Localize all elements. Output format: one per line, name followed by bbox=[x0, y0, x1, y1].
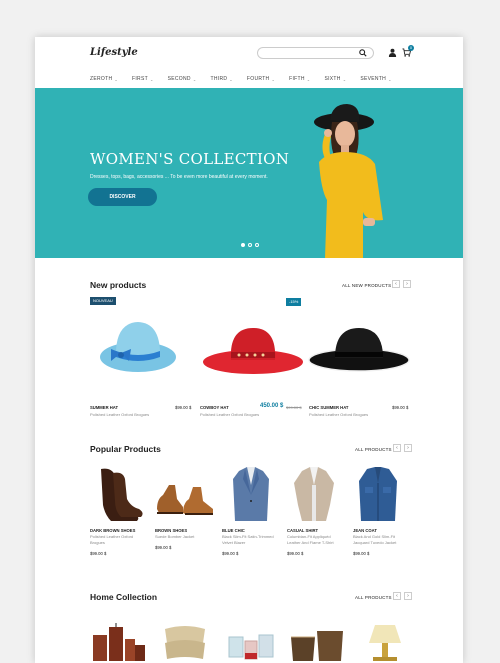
nav-item-zeroth[interactable]: ZEROTH ⌄ bbox=[90, 74, 118, 84]
product-image-brown-shoes[interactable] bbox=[155, 477, 215, 517]
next-arrow-button[interactable]: › bbox=[404, 592, 412, 600]
product-image-blue-chic[interactable] bbox=[231, 465, 271, 523]
product-price: $99.00 $ bbox=[353, 551, 370, 556]
product-image-summer-hat[interactable] bbox=[97, 317, 179, 377]
chevron-down-icon: ⌄ bbox=[306, 76, 311, 82]
prev-arrow-button[interactable]: ‹ bbox=[392, 280, 400, 288]
product-description: Black And Gold Slim-Fit Jacquard Tuxedo … bbox=[353, 534, 397, 545]
nav-label: SEVENTH bbox=[360, 76, 387, 82]
product-image-dark-brown-shoes[interactable] bbox=[93, 465, 145, 523]
product-old-price: $99.00 $ bbox=[286, 405, 302, 410]
product-image-jean-coat[interactable] bbox=[357, 465, 399, 523]
product-name[interactable]: CHIC SUMMER HAT bbox=[309, 405, 348, 410]
product-image-glass-candles[interactable] bbox=[227, 629, 275, 663]
nav-item-sixth[interactable]: SIXTH ⌄ bbox=[324, 74, 346, 84]
chevron-down-icon: ⌄ bbox=[271, 76, 276, 82]
hero-subtitle: Dresses, tops, bags, accessories ... To … bbox=[90, 174, 268, 180]
product-name[interactable]: JEAN COAT bbox=[353, 528, 377, 533]
product-price: $99.00 $ bbox=[155, 545, 172, 550]
nav-label: FOURTH bbox=[246, 76, 270, 82]
product-image-casual-shirt[interactable] bbox=[292, 465, 336, 523]
new-badge: NOUVEAU bbox=[90, 297, 116, 305]
next-arrow-button[interactable]: › bbox=[403, 280, 411, 288]
user-icon[interactable] bbox=[388, 48, 397, 57]
site-logo[interactable]: Lifestyle bbox=[90, 47, 138, 58]
search-icon[interactable] bbox=[359, 49, 367, 57]
product-price: $99.00 $ bbox=[392, 405, 409, 410]
prev-arrow-button[interactable]: ‹ bbox=[393, 592, 401, 600]
product-image-candles[interactable] bbox=[91, 621, 147, 663]
nav-label: FIFTH bbox=[289, 76, 305, 82]
nav-item-fifth[interactable]: FIFTH ⌄ bbox=[289, 74, 310, 84]
nav-label: SECOND bbox=[167, 76, 191, 82]
product-description: Columbian-Fit Appliquéd Leather And Flam… bbox=[287, 534, 334, 545]
nav-label: ZEROTH bbox=[90, 76, 113, 82]
hero-title: WOMEN'S COLLECTION bbox=[90, 150, 290, 168]
nav-label: SIXTH bbox=[324, 76, 341, 82]
section-title-home-collection: Home Collection bbox=[90, 592, 158, 602]
hero-banner: WOMEN'S COLLECTION Dresses, tops, bags, … bbox=[35, 88, 463, 258]
product-price: $99.00 $ bbox=[175, 405, 192, 410]
chevron-down-icon: ⌄ bbox=[192, 76, 197, 82]
nav-item-second[interactable]: SECOND ⌄ bbox=[168, 74, 197, 84]
product-price: $99.00 $ bbox=[90, 551, 107, 556]
product-image-lamp[interactable] bbox=[363, 621, 407, 663]
product-name[interactable]: BLUE CHIC bbox=[222, 528, 245, 533]
next-arrow-button[interactable]: › bbox=[404, 444, 412, 452]
discover-button[interactable]: DISCOVER bbox=[88, 188, 157, 206]
product-description: Polished Leather Oxford Brogues bbox=[200, 412, 260, 417]
all-products-link[interactable]: ALL PRODUCTS bbox=[355, 447, 392, 452]
product-image-chic-summer-hat[interactable] bbox=[307, 322, 411, 377]
section-title-popular-products: Popular Products bbox=[90, 444, 161, 454]
product-image-pillows[interactable] bbox=[161, 621, 209, 663]
nav-item-seventh[interactable]: SEVENTH ⌄ bbox=[360, 74, 391, 84]
site-header: Lifestyle 0 ZEROTH ⌄ FIRST ⌄ SECOND ⌄ THIRD… bbox=[35, 37, 463, 87]
product-description: Polished Leather Oxford Brogues bbox=[309, 412, 369, 417]
all-new-products-link[interactable]: ALL NEW PRODUCTS bbox=[342, 283, 391, 288]
product-name[interactable]: DARK BROWN SHOES bbox=[90, 528, 135, 533]
all-products-link[interactable]: ALL PRODUCTS bbox=[355, 595, 392, 600]
nav-label: FIRST bbox=[132, 76, 148, 82]
nav-item-third[interactable]: THIRD ⌄ bbox=[210, 74, 232, 84]
page: Lifestyle 0 ZEROTH ⌄ FIRST ⌄ SECOND ⌄ THIRD… bbox=[35, 37, 463, 663]
product-sale-price: 450.00 $ bbox=[260, 403, 284, 409]
product-name[interactable]: COWBOY HAT bbox=[200, 405, 229, 410]
product-name[interactable]: SUMMER HAT bbox=[90, 405, 118, 410]
slider-dots bbox=[241, 243, 259, 247]
chevron-down-icon: ⌄ bbox=[149, 76, 154, 82]
slider-dot[interactable] bbox=[255, 243, 259, 247]
product-description: Polished Leather Oxford Brogues bbox=[90, 534, 134, 545]
nav-item-fourth[interactable]: FOURTH ⌄ bbox=[247, 74, 275, 84]
product-description: Black Slim-Fit Satin-Trimmed Velvet Blaz… bbox=[222, 534, 274, 545]
main-nav: ZEROTH ⌄ FIRST ⌄ SECOND ⌄ THIRD ⌄ FOURTH ⌄ FI… bbox=[90, 74, 406, 84]
section-title-new-products: New products bbox=[90, 280, 147, 290]
nav-label: THIRD bbox=[210, 76, 228, 82]
slider-dot[interactable] bbox=[241, 243, 245, 247]
prev-arrow-button[interactable]: ‹ bbox=[393, 444, 401, 452]
hero-model-image bbox=[314, 104, 383, 258]
product-name[interactable]: BROWN SHOES bbox=[155, 528, 187, 533]
product-price: $99.00 $ bbox=[287, 551, 304, 556]
search-input[interactable] bbox=[257, 47, 374, 59]
product-name[interactable]: CASUAL SHIRT bbox=[287, 528, 318, 533]
chevron-down-icon: ⌄ bbox=[229, 76, 233, 82]
product-image-baskets[interactable] bbox=[287, 625, 347, 663]
chevron-down-icon: ⌄ bbox=[388, 76, 392, 82]
product-description: Polished Leather Oxford Brogues bbox=[90, 412, 150, 417]
product-image-cowboy-hat[interactable] bbox=[201, 322, 305, 377]
product-description: Suede Bomber Jacket bbox=[155, 534, 195, 539]
cart-count-badge: 0 bbox=[408, 45, 414, 51]
slider-dot[interactable] bbox=[248, 243, 252, 247]
chevron-down-icon: ⌄ bbox=[342, 76, 347, 82]
product-price: $99.00 $ bbox=[222, 551, 239, 556]
nav-item-first[interactable]: FIRST ⌄ bbox=[132, 74, 154, 84]
discount-badge: -15% bbox=[286, 298, 302, 306]
chevron-down-icon: ⌄ bbox=[114, 76, 119, 82]
